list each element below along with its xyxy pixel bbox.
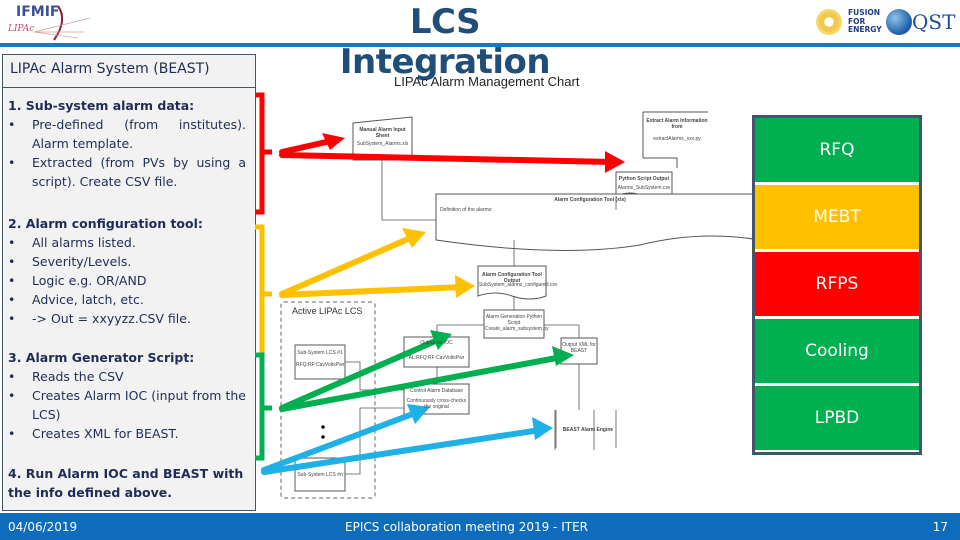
python-output-file: Alarms_SubSystem.csv: [617, 185, 671, 191]
status-label: MEBT: [813, 207, 861, 227]
arrow-yellow-2: [279, 284, 465, 298]
arrow-blue-2-head: [532, 417, 553, 440]
lcs-1-label: Sub-System LCS #1: [297, 350, 343, 356]
brace-step3: [255, 352, 272, 461]
footer-event: EPICS collaboration meeting 2019 - ITER: [345, 520, 588, 534]
manual-input-file: SubSystem_Alarms.xls: [356, 141, 409, 147]
arrow-red-2: [279, 152, 615, 165]
status-label: LPBD: [814, 408, 860, 428]
extract-file: extractAlarms_xxx.py: [653, 136, 701, 142]
arrow-blue-2: [261, 427, 543, 475]
status-lpbd[interactable]: LPBD: [755, 386, 919, 450]
footer-bar: 04/06/2019 EPICS collaboration meeting 2…: [0, 513, 960, 540]
brace-step2: [255, 224, 272, 358]
beast-output-label: Output XML for BEAST: [562, 342, 596, 354]
page-number: 17: [932, 520, 948, 534]
beast-engine-label: BEAST Alarm Engine: [562, 427, 614, 433]
status-cooling[interactable]: Cooling: [755, 319, 919, 383]
status-label: RFQ: [819, 140, 855, 160]
config-tool-label: Alarm Configuration Tool (xls): [554, 197, 626, 203]
config-output-file: SubSystem_alarms_configured.csv: [479, 282, 558, 288]
lcs-n-label: Sub-System LCS #n: [297, 472, 343, 478]
arrow-yellow-2-head: [455, 275, 475, 298]
status-label: Cooling: [805, 341, 869, 361]
generator-label: Alarm Generation Python Script: [485, 314, 543, 326]
lcs-1-pv: RFQ:RF:CavVoltsPwr: [296, 362, 345, 368]
footer-date: 04/06/2019: [8, 520, 78, 534]
subsystem-status-column: RFQ MEBT RFPS Cooling LPBD: [752, 115, 922, 455]
alarm-ioc-desc: Continuously cross-checks the original: [406, 398, 467, 410]
config-tool-desc: Definition of the alarms:: [440, 207, 493, 213]
manual-input-label: Manual Alarm Input Sheet: [359, 127, 406, 139]
arrow-yellow-1: [279, 233, 418, 297]
ellipsis-dot: [321, 425, 325, 429]
alarm-ioc-label: Control Alarm Database: [409, 388, 464, 394]
python-output-label: Python Script Output: [618, 176, 670, 182]
ellipsis-dot: [321, 435, 325, 439]
status-label: RFPS: [815, 274, 859, 294]
arrow-red-2-head: [605, 151, 625, 173]
status-mebt[interactable]: MEBT: [755, 185, 919, 249]
ioc-output-label: Output for IOC: [420, 340, 453, 346]
brace-step1: [255, 92, 272, 215]
ioc-output-pv: AL:RFQ:RF:CavVoltsPwr: [408, 355, 465, 361]
active-lcs-label: Active LIPAc LCS: [292, 306, 363, 316]
generator-file: Create_alarm_subsystem.py: [485, 326, 549, 332]
extract-label: Extract Alarm Information from: [646, 118, 708, 130]
status-rfps[interactable]: RFPS: [755, 252, 919, 316]
status-rfq[interactable]: RFQ: [755, 118, 919, 182]
